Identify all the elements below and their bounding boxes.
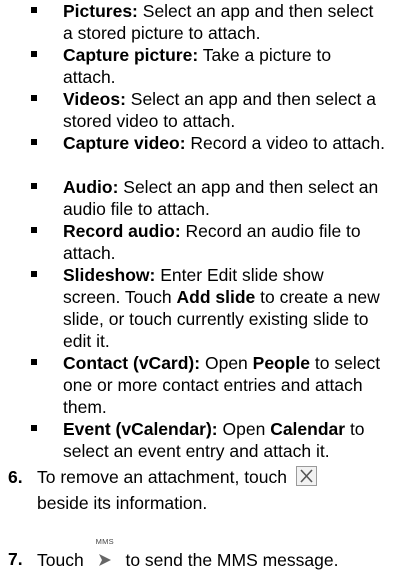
bullet-marker — [31, 183, 37, 189]
option-term: Pictures: — [63, 1, 138, 21]
bullet-marker — [31, 51, 37, 57]
step-remove-attachment: 6. To remove an attachment, touch beside… — [0, 464, 393, 516]
list-item: Event (vCalendar): Open Calendar to sele… — [0, 418, 393, 462]
option-description: Open — [222, 419, 271, 439]
send-icon-caption: MMS — [95, 537, 114, 546]
option-term: Capture video: — [63, 133, 186, 153]
option-term: Videos: — [63, 89, 126, 109]
list-item: Pictures: Select an app and then select … — [0, 0, 393, 44]
option-keyword: Add slide — [176, 287, 256, 307]
option-term: Event (vCalendar): — [63, 419, 218, 439]
option-term: Capture picture: — [63, 45, 199, 65]
bullet-marker — [31, 359, 37, 365]
step-send-message: 7. Touch MMS to send the MMS message. — [0, 538, 393, 571]
close-x-icon — [295, 466, 317, 486]
bullet-marker — [31, 425, 37, 431]
step-text: to send the MMS message. — [125, 550, 339, 570]
option-description: Record a video to attach. — [190, 133, 385, 153]
option-term: Record audio: — [63, 221, 181, 241]
bullet-marker — [31, 227, 37, 233]
bullet-marker — [31, 7, 37, 13]
option-term: Audio: — [63, 177, 119, 197]
bullet-marker — [31, 139, 37, 145]
step-text: Touch — [37, 550, 84, 570]
option-term: Slideshow: — [63, 265, 156, 285]
option-keyword: People — [252, 353, 311, 373]
list-item: Audio: Select an app and then select an … — [0, 176, 393, 220]
list-item: Capture picture: Take a picture to attac… — [0, 44, 393, 88]
option-term: Contact (vCard): — [63, 353, 201, 373]
bullet-marker — [31, 95, 37, 101]
list-item: Videos: Select an app and then select a … — [0, 88, 393, 132]
list-item: Capture video: Record a video to attach. — [0, 132, 393, 154]
list-item: Record audio: Record an audio file to at… — [0, 220, 393, 264]
step-number: 7. — [8, 549, 23, 569]
option-keyword: Calendar — [270, 419, 346, 439]
step-text: beside its information. — [37, 493, 208, 513]
step-text: To remove an attachment, touch — [37, 467, 287, 487]
list-item: Contact (vCard): Open People to select o… — [0, 352, 393, 418]
send-mms-icon: MMS — [93, 538, 117, 570]
option-description: Open — [204, 353, 253, 373]
step-number: 6. — [8, 467, 23, 487]
bullet-marker — [31, 271, 37, 277]
list-item: Slideshow: Enter Edit slide show screen.… — [0, 264, 393, 352]
